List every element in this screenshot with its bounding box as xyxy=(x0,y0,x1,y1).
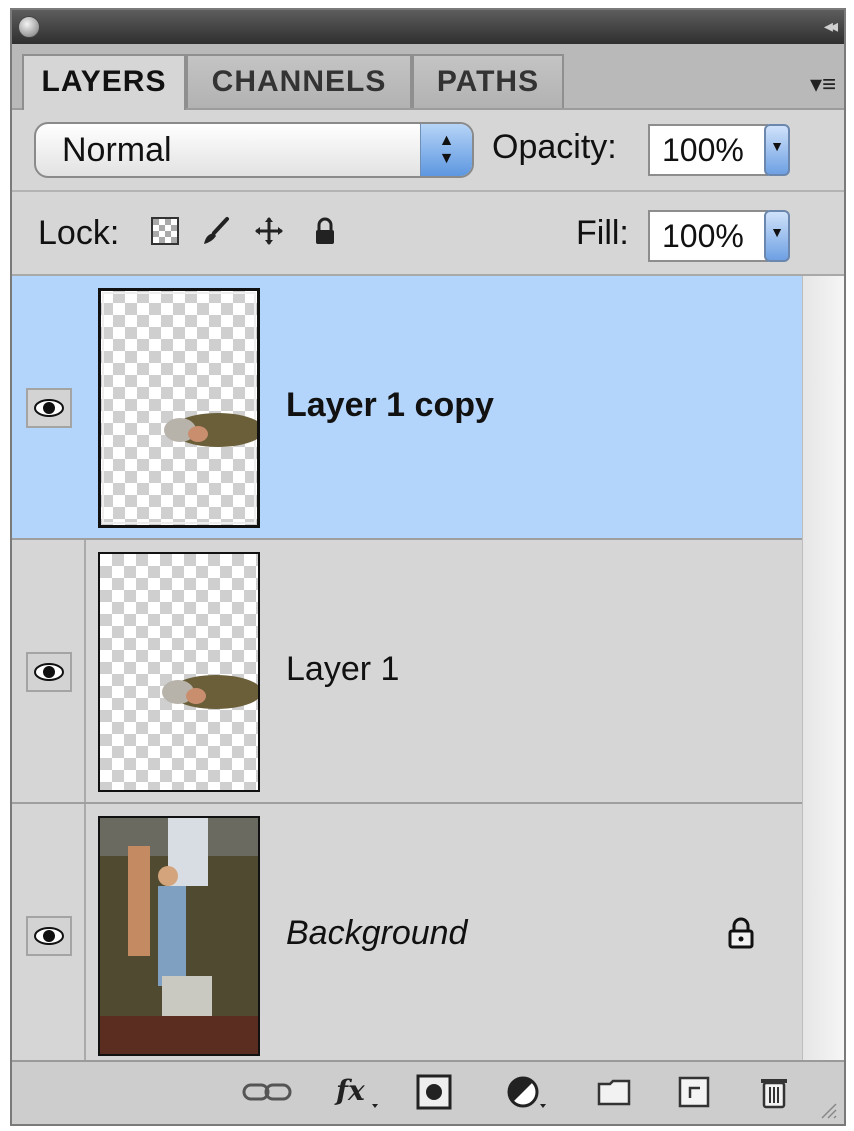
layer-row[interactable]: Background xyxy=(12,804,802,1068)
new-group-icon[interactable] xyxy=(596,1074,632,1110)
tab-paths[interactable]: PATHS xyxy=(412,54,564,108)
fill-input[interactable]: 100% xyxy=(648,210,768,262)
stepper-arrows-icon[interactable]: ▲ ▼ xyxy=(420,124,472,176)
panel-menu-icon[interactable]: ▾≡ xyxy=(810,70,836,99)
add-mask-icon[interactable] xyxy=(416,1074,452,1110)
layers-scrollbar[interactable] xyxy=(802,276,844,1066)
layer-style-fx-icon[interactable]: fx xyxy=(334,1074,384,1110)
layer-thumbnail[interactable] xyxy=(98,816,260,1056)
layer-name[interactable]: Background xyxy=(286,914,467,953)
adjustment-layer-icon[interactable] xyxy=(506,1074,552,1110)
lock-row: Lock: Fill: 100% ▼ xyxy=(12,192,844,276)
opacity-dropdown-icon[interactable]: ▼ xyxy=(764,124,790,176)
layer-name[interactable]: Layer 1 xyxy=(286,650,399,689)
tab-layers[interactable]: LAYERS xyxy=(22,54,186,110)
lock-label: Lock: xyxy=(38,214,120,252)
layer-row[interactable]: Layer 1 xyxy=(12,540,802,804)
fill-dropdown-icon[interactable]: ▼ xyxy=(764,210,790,262)
eye-icon xyxy=(34,663,64,681)
opacity-label: Opacity: xyxy=(492,128,617,166)
blend-mode-value: Normal xyxy=(62,131,172,169)
resize-grip-icon[interactable] xyxy=(818,1100,838,1120)
layer-name[interactable]: Layer 1 copy xyxy=(286,386,494,425)
blend-mode-select[interactable]: Normal ▲ ▼ xyxy=(34,122,474,178)
eye-icon xyxy=(34,399,64,417)
tab-channels[interactable]: CHANNELS xyxy=(186,54,412,108)
layer-row[interactable]: Layer 1 copy xyxy=(12,276,802,540)
link-layers-icon[interactable] xyxy=(242,1074,292,1110)
new-layer-icon[interactable] xyxy=(676,1074,712,1110)
background-photo-image xyxy=(100,818,258,1054)
visibility-toggle[interactable] xyxy=(26,388,72,428)
visibility-toggle[interactable] xyxy=(26,652,72,692)
panel-titlebar: ◂◂ xyxy=(12,10,844,44)
opacity-input[interactable]: 100% xyxy=(648,124,768,176)
panel-footer: fx xyxy=(12,1060,844,1124)
lock-image-pixels-icon[interactable] xyxy=(200,216,230,246)
collapse-panel-icon[interactable]: ◂◂ xyxy=(824,16,838,37)
visibility-toggle[interactable] xyxy=(26,916,72,956)
eye-icon xyxy=(34,927,64,945)
delete-layer-icon[interactable] xyxy=(756,1074,792,1110)
lock-transparent-pixels-icon[interactable] xyxy=(150,216,180,246)
layer-content-image xyxy=(164,413,257,447)
blend-row: Normal ▲ ▼ Opacity: 100% ▼ xyxy=(12,108,844,192)
close-panel-icon[interactable] xyxy=(18,16,40,38)
layer-content-image xyxy=(162,675,258,709)
panel-tabs: LAYERS CHANNELS PATHS ▾≡ xyxy=(12,44,844,110)
svg-text:fx: fx xyxy=(334,1074,365,1107)
lock-all-icon[interactable] xyxy=(310,216,340,246)
lock-position-icon[interactable] xyxy=(254,216,284,246)
layer-locked-icon xyxy=(728,917,754,949)
fill-label: Fill: xyxy=(576,214,629,252)
layers-panel: ◂◂ LAYERS CHANNELS PATHS ▾≡ Normal ▲ ▼ Op… xyxy=(10,8,846,1126)
layer-thumbnail[interactable] xyxy=(98,288,260,528)
layers-list: Layer 1 copy Layer 1 Background xyxy=(12,276,844,1068)
layer-thumbnail[interactable] xyxy=(98,552,260,792)
